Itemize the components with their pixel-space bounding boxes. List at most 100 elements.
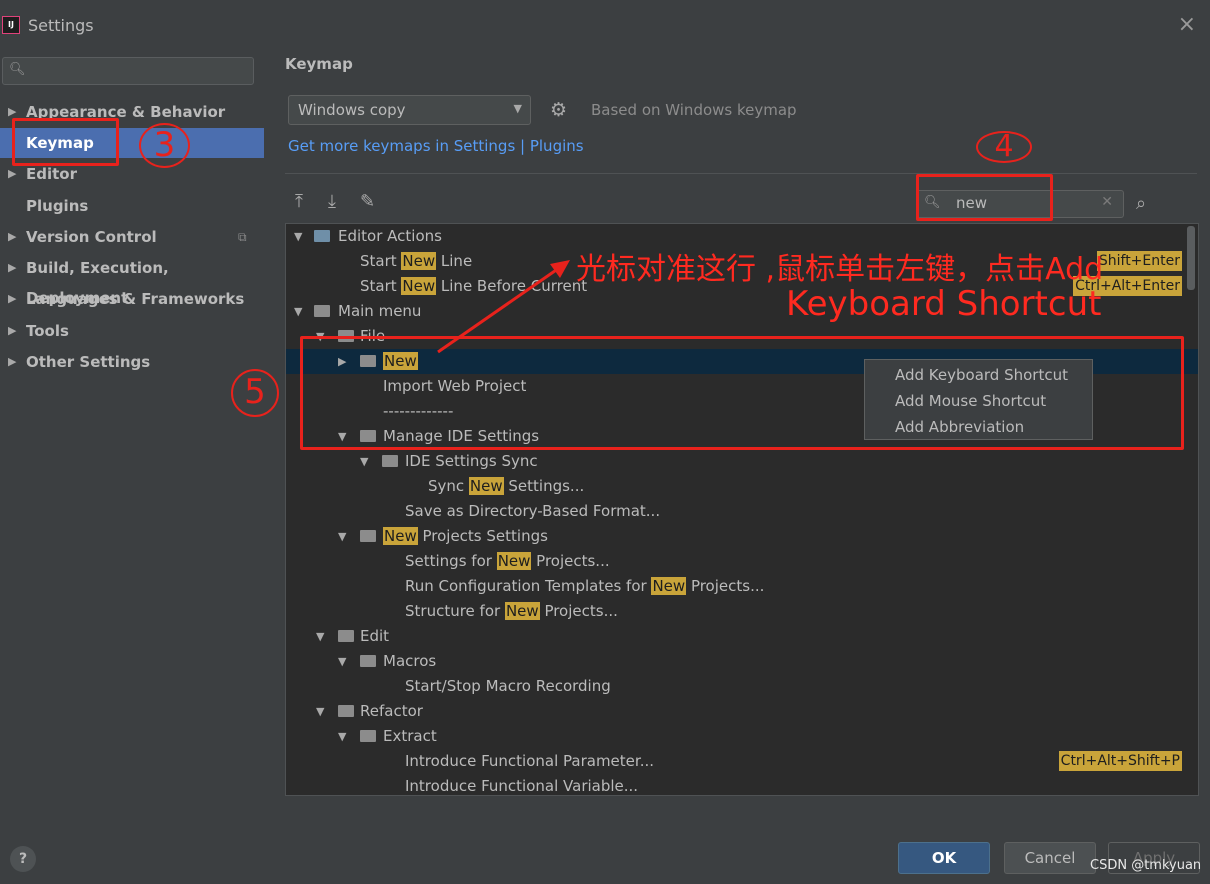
chevron-down-icon[interactable]: ▼	[294, 299, 302, 324]
keymap-select[interactable]: Windows copy ▼	[288, 95, 531, 125]
tree-row[interactable]: ▼ Extract	[286, 724, 1198, 749]
sidebar-item-languages-frameworks[interactable]: ▶ Languages & Frameworks	[0, 284, 264, 314]
tree-row-text: Main menu	[338, 302, 422, 320]
find-by-shortcut-icon[interactable]: ⌕	[1136, 193, 1146, 214]
annotation-arrow	[437, 260, 570, 354]
chevron-right-icon[interactable]: ▶	[8, 222, 16, 252]
tree-row[interactable]: Run Configuration Templates for New Proj…	[286, 574, 1198, 599]
help-icon[interactable]: ?	[10, 846, 36, 872]
chevron-right-icon[interactable]: ▶	[8, 316, 16, 346]
sidebar-item-plugins[interactable]: Plugins	[0, 191, 264, 221]
search-icon: 🔍︎	[9, 62, 26, 77]
tree-row-label: IDE Settings Sync	[405, 449, 538, 474]
sidebar-search-input[interactable]: 🔍︎	[2, 57, 254, 85]
chevron-down-icon[interactable]: ▼	[316, 699, 324, 724]
chevron-right-icon[interactable]: ▶	[8, 347, 16, 377]
tree-row-label: Start/Stop Macro Recording	[405, 674, 611, 699]
tree-row-text: Start	[360, 252, 402, 270]
tree-row-label: Sync New Settings...	[428, 474, 584, 499]
tree-row[interactable]: Settings for New Projects...	[286, 549, 1198, 574]
tree-row-label: Editor Actions	[338, 224, 442, 249]
sidebar-item-other-settings[interactable]: ▶ Other Settings	[0, 347, 264, 377]
tree-row[interactable]: ▼ Refactor	[286, 699, 1198, 724]
actions-icon	[314, 230, 330, 242]
sidebar-item-label: Other Settings	[26, 353, 151, 371]
page-title: Keymap	[285, 55, 353, 73]
app-logo-icon: IJ	[2, 16, 20, 34]
chevron-right-icon[interactable]: ▶	[8, 253, 16, 283]
annotation-step-5: 5	[231, 369, 279, 417]
scrollbar[interactable]	[1187, 226, 1195, 290]
sidebar-item-tools[interactable]: ▶ Tools	[0, 316, 264, 346]
tree-row-label: Extract	[383, 724, 437, 749]
tree-row-label: New Projects Settings	[383, 524, 548, 549]
chevron-right-icon[interactable]: ▶	[8, 284, 16, 314]
tree-row-label: Introduce Functional Parameter...	[405, 749, 654, 774]
tree-row[interactable]: Introduce Functional Parameter... Ctrl+Al…	[286, 749, 1198, 774]
tree-row[interactable]: ▼ Edit	[286, 624, 1198, 649]
folder-icon	[338, 630, 354, 642]
dialog-footer: ? OK Cancel Apply CSDN @tmkyuan	[0, 828, 1210, 884]
sidebar-item-version-control[interactable]: ▶ Version Control ⧉	[0, 222, 264, 252]
tree-row-label: Introduce Functional Variable...	[405, 774, 638, 795]
chevron-down-icon[interactable]: ▼	[294, 224, 302, 249]
edit-pencil-icon[interactable]: ✎	[360, 191, 375, 212]
shortcut-badge: Ctrl+Alt+Shift+P	[1058, 751, 1182, 771]
chevron-down-icon[interactable]: ▼	[338, 724, 346, 749]
sidebar-item-label: Tools	[26, 322, 69, 340]
tree-row-label: Settings for New Projects...	[405, 549, 610, 574]
annotation-instruction-line1: 光标对准这行 ,鼠标单击左键，点击Add	[576, 252, 1104, 287]
shortcut-badge: Shift+Enter	[1096, 251, 1182, 271]
tree-row-text: Projects...	[686, 577, 765, 595]
gear-icon[interactable]: ⚙	[550, 99, 567, 121]
tree-row[interactable]: Save as Directory-Based Format...	[286, 499, 1198, 524]
folder-icon	[360, 530, 376, 542]
tree-row-label: Edit	[360, 624, 389, 649]
tree-row[interactable]: ▼ IDE Settings Sync	[286, 449, 1198, 474]
clear-icon[interactable]: ✕	[1101, 194, 1113, 210]
tree-row-text: Save as Directory-Based Format...	[405, 502, 661, 520]
chevron-down-icon[interactable]: ▼	[338, 524, 346, 549]
tree-row-text: Projects Settings	[417, 527, 548, 545]
collapse-all-icon[interactable]: ⤓	[328, 191, 336, 212]
window-title: Settings	[28, 16, 94, 35]
ok-button[interactable]: OK	[898, 842, 990, 874]
tree-row[interactable]: Start/Stop Macro Recording	[286, 674, 1198, 699]
sidebar-item-label: Languages & Frameworks	[26, 290, 245, 308]
tree-row-text: Projects...	[539, 602, 618, 620]
search-match-highlight: New	[383, 527, 418, 545]
chevron-down-icon: ▼	[513, 102, 522, 115]
chevron-down-icon[interactable]: ▼	[360, 449, 368, 474]
annotation-step-3: 3	[139, 123, 190, 168]
folder-icon	[382, 455, 398, 467]
chevron-down-icon[interactable]: ▼	[338, 649, 346, 674]
tree-row-text: Projects...	[531, 552, 610, 570]
tree-row-text: Settings...	[503, 477, 585, 495]
tree-row-label: Structure for New Projects...	[405, 599, 618, 624]
tree-row[interactable]: ▼ New Projects Settings	[286, 524, 1198, 549]
sidebar-item-build-execution-deployment[interactable]: ▶ Build, Execution, Deployment	[0, 253, 264, 307]
watermark: CSDN @tmkyuan	[1090, 858, 1202, 873]
project-level-icon: ⧉	[238, 230, 247, 244]
keymap-select-value: Windows copy	[298, 101, 406, 119]
chevron-down-icon[interactable]: ▼	[316, 624, 324, 649]
tree-row[interactable]: Sync New Settings...	[286, 474, 1198, 499]
annotation-instruction-line2: Keyboard Shortcut	[786, 284, 1102, 324]
cancel-button[interactable]: Cancel	[1004, 842, 1096, 874]
annotation-box-search	[916, 174, 1053, 221]
search-match-highlight: New	[504, 602, 540, 620]
sidebar-item-label: Version Control	[26, 228, 157, 246]
search-match-highlight: New	[468, 477, 504, 495]
tree-row[interactable]: ▼ Macros	[286, 649, 1198, 674]
expand-all-icon[interactable]: ⤒	[295, 191, 303, 212]
tree-row-text: Editor Actions	[338, 227, 442, 245]
tree-row-text: Settings for	[405, 552, 497, 570]
more-keymaps-link[interactable]: Get more keymaps in Settings | Plugins	[288, 137, 584, 155]
close-icon[interactable]: ×	[1178, 12, 1196, 37]
sidebar-item-label: Plugins	[26, 197, 89, 215]
folder-icon	[360, 730, 376, 742]
based-on-label: Based on Windows keymap	[591, 101, 797, 119]
tree-row[interactable]: Structure for New Projects...	[286, 599, 1198, 624]
tree-row[interactable]: Introduce Functional Variable...	[286, 774, 1198, 795]
menu-icon	[314, 305, 330, 317]
